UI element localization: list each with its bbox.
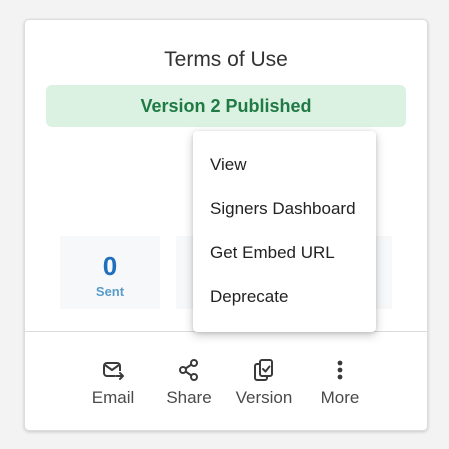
stat-sent: 0 Sent: [60, 236, 160, 309]
share-button[interactable]: Share: [154, 358, 224, 408]
email-label: Email: [91, 388, 135, 407]
email-send-icon: [78, 358, 148, 382]
share-label: Share: [166, 388, 212, 407]
more-vertical-icon: [305, 358, 375, 382]
version-label: Version: [235, 388, 293, 407]
menu-item-signers-dashboard[interactable]: Signers Dashboard: [193, 187, 376, 231]
menu-item-get-embed-url[interactable]: Get Embed URL: [193, 231, 376, 275]
more-button[interactable]: More: [305, 358, 375, 408]
card-actions: Email Share Version More: [25, 358, 427, 418]
document-title: Terms of Use: [164, 48, 288, 71]
share-icon: [154, 358, 224, 382]
menu-item-deprecate[interactable]: Deprecate: [193, 275, 376, 319]
email-button[interactable]: Email: [78, 358, 148, 408]
stat-value: 0: [102, 251, 118, 281]
version-button[interactable]: Version: [229, 358, 299, 408]
version-copy-icon: [229, 358, 299, 382]
more-actions-menu: View Signers Dashboard Get Embed URL Dep…: [193, 131, 376, 332]
more-label: More: [320, 388, 360, 407]
stat-label: Sent: [95, 284, 125, 299]
menu-item-view[interactable]: View: [193, 143, 376, 187]
status-badge: Version 2 Published: [46, 85, 406, 127]
